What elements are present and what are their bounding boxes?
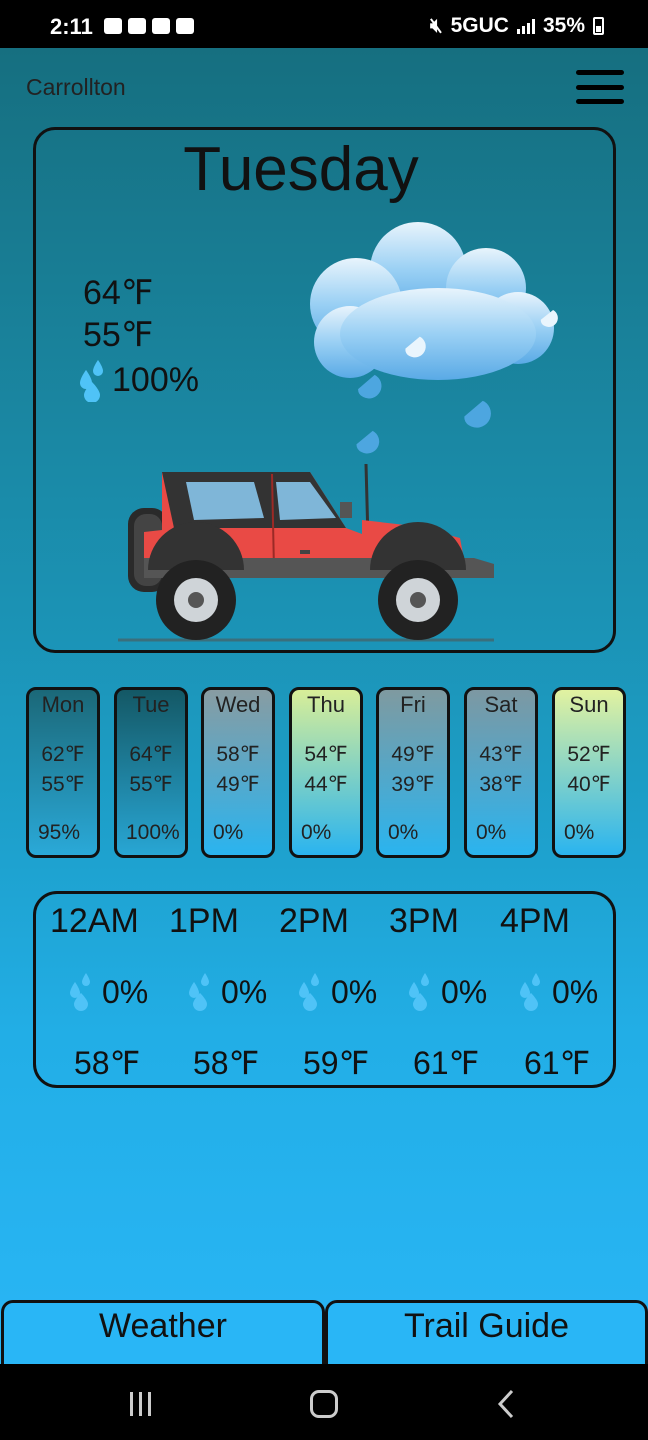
hour-column: 4PM 0% 61℉ bbox=[500, 894, 615, 1084]
hourly-card: 12AM 0% 58℉ 1PM 0% 58℉ 2PM 0% 59℉ 3PM 0%… bbox=[33, 891, 616, 1088]
hour-rain: 0% bbox=[518, 972, 598, 1012]
forecast-day-label: Sat bbox=[484, 692, 518, 717]
forecast-day-label: Wed bbox=[215, 692, 261, 717]
hour-rain: 0% bbox=[407, 972, 487, 1012]
forecast-day-tue[interactable]: Tue 64℉ 55℉ 100% bbox=[114, 687, 188, 858]
hour-temp: 58℉ bbox=[193, 1045, 260, 1081]
today-high-temp: 64℉ bbox=[83, 274, 154, 312]
hour-time: 12AM bbox=[50, 902, 139, 940]
forecast-low: 44℉ bbox=[304, 773, 348, 796]
forecast-day-label: Fri bbox=[400, 692, 426, 717]
forecast-day-thu[interactable]: Thu 54℉ 44℉ 0% bbox=[289, 687, 363, 858]
forecast-rain: 0% bbox=[564, 821, 595, 844]
hour-rain: 0% bbox=[297, 972, 377, 1012]
status-bar: 2:11 🔇︎ 5GUC 35% bbox=[0, 0, 648, 48]
hour-temp: 59℉ bbox=[303, 1045, 370, 1081]
forecast-low: 55℉ bbox=[41, 773, 85, 796]
forecast-high: 52℉ bbox=[567, 743, 611, 766]
hour-rain: 0% bbox=[68, 972, 148, 1012]
hour-rain-value: 0% bbox=[102, 973, 149, 1010]
raindrop-icon bbox=[409, 973, 429, 1011]
hour-column: 1PM 0% 58℉ bbox=[169, 894, 284, 1084]
today-rain-value: 100% bbox=[112, 360, 199, 399]
forecast-rain: 0% bbox=[301, 821, 332, 844]
raindrop-icon bbox=[299, 973, 319, 1011]
mail-icon bbox=[152, 18, 170, 34]
forecast-day-label: Mon bbox=[41, 692, 85, 717]
forecast-day-label: Sun bbox=[569, 692, 609, 717]
signal-icon bbox=[516, 18, 535, 34]
home-icon[interactable] bbox=[310, 1390, 338, 1418]
recents-icon[interactable] bbox=[130, 1392, 151, 1416]
forecast-high: 49℉ bbox=[391, 743, 435, 766]
forecast-low: 39℉ bbox=[391, 773, 435, 796]
youtube-icon bbox=[128, 18, 146, 34]
forecast-row: Mon 62℉ 55℉ 95% Tue 64℉ 55℉ 100% Wed 58℉… bbox=[26, 687, 626, 858]
rain-cloud-icon bbox=[310, 222, 558, 454]
raindrop-icon bbox=[520, 973, 540, 1011]
hour-rain: 0% bbox=[187, 972, 267, 1012]
hour-rain-value: 0% bbox=[221, 973, 268, 1010]
hour-temp: 61℉ bbox=[413, 1045, 480, 1081]
forecast-day-label: Tue bbox=[132, 692, 170, 717]
status-right: 🔇︎ 5GUC 35% bbox=[430, 14, 604, 38]
forecast-high: 58℉ bbox=[216, 743, 260, 766]
hour-rain-value: 0% bbox=[441, 973, 488, 1010]
forecast-rain: 0% bbox=[213, 821, 244, 844]
image-icon bbox=[176, 18, 194, 34]
red-jeep-illustration bbox=[118, 463, 494, 642]
message-icon bbox=[104, 18, 122, 34]
hour-column: 3PM 0% 61℉ bbox=[389, 894, 504, 1084]
forecast-day-label: Thu bbox=[307, 692, 345, 717]
hour-rain-value: 0% bbox=[552, 973, 599, 1010]
hour-time: 2PM bbox=[279, 902, 349, 940]
forecast-high: 62℉ bbox=[41, 743, 85, 766]
forecast-rain: 100% bbox=[126, 821, 180, 844]
back-icon[interactable] bbox=[496, 1388, 516, 1420]
forecast-low: 38℉ bbox=[479, 773, 523, 796]
today-low-temp: 55℉ bbox=[83, 316, 154, 354]
hour-column: 2PM 0% 59℉ bbox=[279, 894, 394, 1084]
today-day: Tuesday bbox=[183, 135, 419, 204]
battery-icon bbox=[593, 17, 604, 35]
network-label: 5GUC bbox=[450, 14, 509, 37]
hour-temp: 58℉ bbox=[74, 1045, 141, 1081]
forecast-high: 64℉ bbox=[129, 743, 173, 766]
hour-time: 1PM bbox=[169, 902, 239, 940]
weather-app: Carrollton Tuesday 64℉ 55℉ 100% Mon 62℉ … bbox=[0, 48, 648, 1364]
hour-column: 12AM 0% 58℉ bbox=[50, 894, 165, 1084]
battery-label: 35% bbox=[542, 14, 585, 37]
status-time: 2:11 bbox=[50, 14, 93, 39]
forecast-rain: 0% bbox=[476, 821, 507, 844]
notification-icons bbox=[104, 18, 194, 34]
forecast-day-fri[interactable]: Fri 49℉ 39℉ 0% bbox=[376, 687, 450, 858]
forecast-high: 43℉ bbox=[479, 743, 523, 766]
today-rain: 100% bbox=[78, 358, 199, 402]
raindrop-icon bbox=[80, 360, 103, 402]
tab-weather[interactable]: Weather bbox=[1, 1300, 325, 1364]
forecast-low: 55℉ bbox=[129, 773, 173, 796]
raindrop-icon bbox=[189, 973, 209, 1011]
bottom-tabs: Weather Trail Guide bbox=[0, 1300, 648, 1364]
forecast-low: 40℉ bbox=[567, 773, 611, 796]
mute-icon: 🔇︎ bbox=[430, 14, 443, 37]
hour-temp: 61℉ bbox=[524, 1045, 591, 1081]
hour-rain-value: 0% bbox=[331, 973, 378, 1010]
location-label: Carrollton bbox=[26, 74, 126, 100]
hamburger-menu-icon[interactable] bbox=[576, 70, 624, 104]
hour-time: 4PM bbox=[500, 902, 570, 940]
forecast-high: 54℉ bbox=[304, 743, 348, 766]
forecast-rain: 95% bbox=[38, 821, 81, 844]
forecast-day-wed[interactable]: Wed 58℉ 49℉ 0% bbox=[201, 687, 275, 858]
forecast-day-sun[interactable]: Sun 52℉ 40℉ 0% bbox=[552, 687, 626, 858]
forecast-low: 49℉ bbox=[216, 773, 260, 796]
system-nav-bar bbox=[0, 1364, 648, 1440]
hour-time: 3PM bbox=[389, 902, 459, 940]
raindrop-icon bbox=[70, 973, 90, 1011]
tab-trail-guide[interactable]: Trail Guide bbox=[325, 1300, 648, 1364]
today-card: Tuesday 64℉ 55℉ 100% bbox=[33, 127, 616, 653]
forecast-rain: 0% bbox=[388, 821, 419, 844]
forecast-day-mon[interactable]: Mon 62℉ 55℉ 95% bbox=[26, 687, 100, 858]
forecast-day-sat[interactable]: Sat 43℉ 38℉ 0% bbox=[464, 687, 538, 858]
